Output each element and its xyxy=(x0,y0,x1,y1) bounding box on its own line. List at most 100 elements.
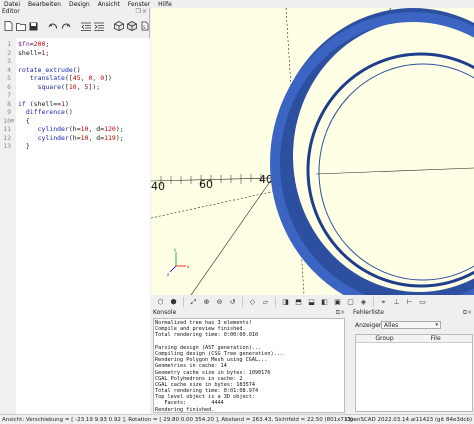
center-icon[interactable]: ⌖ xyxy=(378,297,389,308)
code-line[interactable]: 1 $fn=200; xyxy=(0,40,150,49)
code-token: (h= xyxy=(68,133,81,142)
svg-text:z: z xyxy=(167,272,169,277)
code-line[interactable]: 9 difference() xyxy=(0,108,150,117)
code-text: } xyxy=(18,142,30,151)
unindent-icon[interactable] xyxy=(81,21,91,32)
code-token: , xyxy=(76,82,85,91)
export-icon[interactable]: S xyxy=(140,21,150,32)
menu-item-design[interactable]: Design xyxy=(69,1,90,8)
undo-icon[interactable] xyxy=(48,21,58,32)
code-text: cylinder(h=10, d=120); xyxy=(18,125,124,134)
code-token: ([ xyxy=(61,82,69,91)
line-number: 3 xyxy=(7,57,11,65)
zoom-in-icon[interactable]: ⊕ xyxy=(201,297,212,308)
edges-icon[interactable]: ▭ xyxy=(417,297,428,308)
zoom-all-icon[interactable]: ⤢ xyxy=(188,297,199,308)
line-number: 1 xyxy=(7,40,11,48)
code-text: square([10, 5]); xyxy=(18,82,101,92)
indent-icon[interactable] xyxy=(94,21,104,32)
reset-view-icon[interactable]: ↺ xyxy=(227,297,238,308)
view-front-icon[interactable]: ▣ xyxy=(332,297,343,308)
view-top-icon[interactable]: ⬒ xyxy=(293,297,304,308)
view-left-icon[interactable]: ◧ xyxy=(319,297,330,308)
fold-marker-icon[interactable]: ⊟ xyxy=(11,117,16,126)
code-text: translate([45, 0, 0]) xyxy=(18,74,112,83)
error-col-group[interactable]: Group xyxy=(370,335,399,342)
zoom-out-icon[interactable]: ⊖ xyxy=(214,297,225,308)
render-icon[interactable] xyxy=(127,21,137,32)
orthogonal-icon[interactable]: ▱ xyxy=(260,297,271,308)
menu-item-bearbeiten[interactable]: Bearbeiten xyxy=(28,1,61,8)
error-table[interactable]: Group File xyxy=(355,334,473,412)
error-col-spacer xyxy=(356,335,370,342)
preview-icon[interactable] xyxy=(114,21,124,32)
line-number: 4 xyxy=(7,65,11,74)
editor-title: Editor xyxy=(2,8,20,15)
code-line[interactable]: 6 square([10, 5]); xyxy=(0,83,150,92)
code-token: ; xyxy=(45,48,50,57)
3d-viewport[interactable]: 40 60 40 40 60 xyxy=(151,8,474,295)
menu-item-ansicht[interactable]: Ansicht xyxy=(98,1,120,8)
axis-label: 60 xyxy=(199,178,213,191)
view-status: Ansicht: Verschiebung = [ -23.19 9.93 0.… xyxy=(2,417,353,423)
new-file-icon[interactable] xyxy=(4,21,13,32)
view-right-icon[interactable]: ◨ xyxy=(280,297,291,308)
diagonal-icon[interactable]: ◈ xyxy=(358,297,369,308)
code-token: difference xyxy=(18,108,65,116)
scale-markers-icon[interactable]: ⊢ xyxy=(404,297,415,308)
code-line[interactable]: 13 } xyxy=(0,142,150,151)
code-text: if (shell==1) xyxy=(18,100,69,109)
code-line[interactable]: 10 ⊟ { xyxy=(0,117,150,126)
view-bottom-icon[interactable]: ⬓ xyxy=(306,297,317,308)
code-line[interactable]: 4 rotate_extrude() xyxy=(0,66,150,75)
editor-title-bar: Editor ❐× xyxy=(0,8,150,16)
toolbar-separator xyxy=(183,297,184,307)
code-token: (shell== xyxy=(29,99,62,108)
errors-window-buttons[interactable]: ⧉× xyxy=(463,309,472,317)
code-line[interactable]: 3 xyxy=(0,57,150,66)
menu-item-fenster[interactable]: Fenster xyxy=(128,1,150,8)
perspective-icon[interactable]: ◇ xyxy=(247,297,258,308)
code-line[interactable]: 12 cylinder(h=10, d=119); xyxy=(0,134,150,143)
code-token: cylinder xyxy=(18,133,69,142)
render-icon[interactable]: ⬢ xyxy=(168,297,179,308)
editor-window-buttons[interactable]: ❐× xyxy=(136,8,148,15)
code-token: , d= xyxy=(88,133,105,142)
console-title-bar: Konsole ⧉× xyxy=(151,309,347,317)
save-icon[interactable] xyxy=(29,21,38,32)
errors-title: Fehlerliste xyxy=(353,309,384,316)
code-token: shell xyxy=(18,48,38,57)
code-line[interactable]: 2 shell=1; xyxy=(0,49,150,58)
show-filter-select[interactable]: Alles ▾ xyxy=(381,321,441,329)
axes-icon[interactable]: ⊥ xyxy=(391,297,402,308)
code-line[interactable]: 11 cylinder(h=10, d=120); xyxy=(0,125,150,134)
toolbar-separator xyxy=(275,297,276,307)
view-back-icon[interactable]: ▢ xyxy=(345,297,356,308)
show-label: Anzeigen xyxy=(355,322,383,329)
code-line[interactable]: 5 translate([45, 0, 0]) xyxy=(0,74,150,83)
code-token: ]) xyxy=(104,74,112,82)
code-token: 119 xyxy=(104,133,116,142)
menu-item-hilfe[interactable]: Hilfe xyxy=(158,1,172,8)
line-number: 6 xyxy=(7,82,11,91)
open-file-icon[interactable] xyxy=(16,21,26,32)
line-number: 9 xyxy=(7,108,11,116)
code-line[interactable]: 7 xyxy=(0,91,150,100)
code-token: ); xyxy=(115,125,124,133)
code-text: cylinder(h=10, d=119); xyxy=(18,134,124,143)
code-line[interactable]: 8 if (shell==1) xyxy=(0,100,150,109)
console-output[interactable]: Normalized tree has 3 elements! Compile a… xyxy=(153,318,345,413)
viewport-canvas[interactable]: 40 60 40 40 60 xyxy=(151,8,474,295)
console-window-buttons[interactable]: ⧉× xyxy=(336,309,345,317)
code-token: ]); xyxy=(88,82,101,91)
error-col-file[interactable]: File xyxy=(399,335,472,342)
menu-item-datei[interactable]: Datei xyxy=(4,1,20,8)
line-number: 7 xyxy=(7,91,11,99)
preview-icon[interactable]: ⬡ xyxy=(155,297,166,308)
version-status: OpenSCAD 2022.03.14.ai11423 (git 84e3dcb… xyxy=(345,417,472,423)
code-editor[interactable]: 1 $fn=200; 2 shell=1; 3 4 rotate_extrude() 5 tr… xyxy=(0,38,150,414)
line-number: 11 xyxy=(3,125,11,133)
line-number: 5 xyxy=(7,74,11,82)
redo-icon[interactable] xyxy=(61,21,71,32)
code-token: $fn xyxy=(18,40,30,48)
